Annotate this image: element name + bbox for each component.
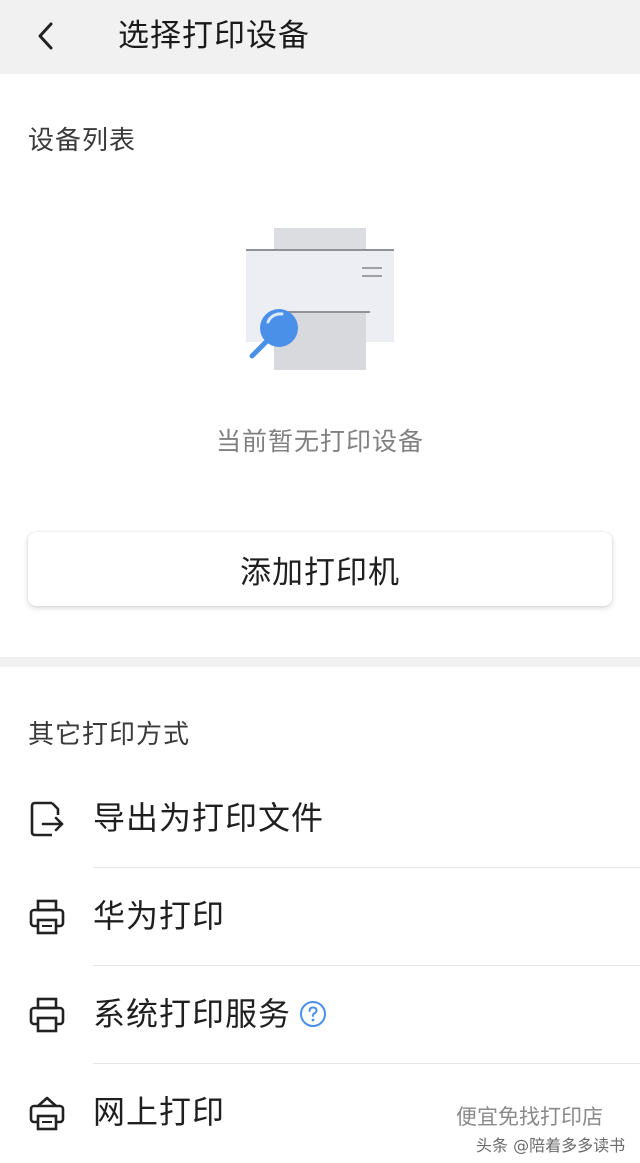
export-file-icon <box>30 801 64 837</box>
other-methods-title: 其它打印方式 <box>28 720 191 750</box>
watermark-caption: 便宜免找打印店 <box>456 1105 603 1129</box>
list-item-label: 导出为打印文件 <box>93 799 325 837</box>
online-printer-icon <box>29 1096 65 1131</box>
printer-icon <box>29 899 65 935</box>
list-item-label-row: 系统打印服务 <box>93 992 327 1036</box>
printer-icon <box>29 997 65 1033</box>
list-item-system-print-service[interactable]: 系统打印服务 <box>0 966 640 1064</box>
list-item-export-file[interactable]: 导出为打印文件 <box>0 770 640 868</box>
device-list-title: 设备列表 <box>28 126 137 156</box>
back-button[interactable] <box>26 16 66 56</box>
app-header: 选择打印设备 <box>0 0 640 74</box>
list-item-label: 华为打印 <box>93 897 226 935</box>
list-item-huawei-print[interactable]: 华为打印 <box>0 868 640 966</box>
list-item-label: 网上打印 <box>93 1093 226 1131</box>
chevron-left-icon <box>38 22 53 50</box>
page-title: 选择打印设备 <box>118 18 310 54</box>
question-circle-icon[interactable] <box>299 1000 327 1028</box>
section-divider <box>0 657 640 667</box>
empty-state-text: 当前暂无打印设备 <box>215 427 424 456</box>
list-item-label: 系统打印服务 <box>93 995 292 1033</box>
printer-search-icon <box>246 228 394 370</box>
add-printer-button[interactable]: 添加打印机 <box>28 532 612 606</box>
watermark-source: 头条 @陪着多多读书 <box>476 1136 626 1155</box>
